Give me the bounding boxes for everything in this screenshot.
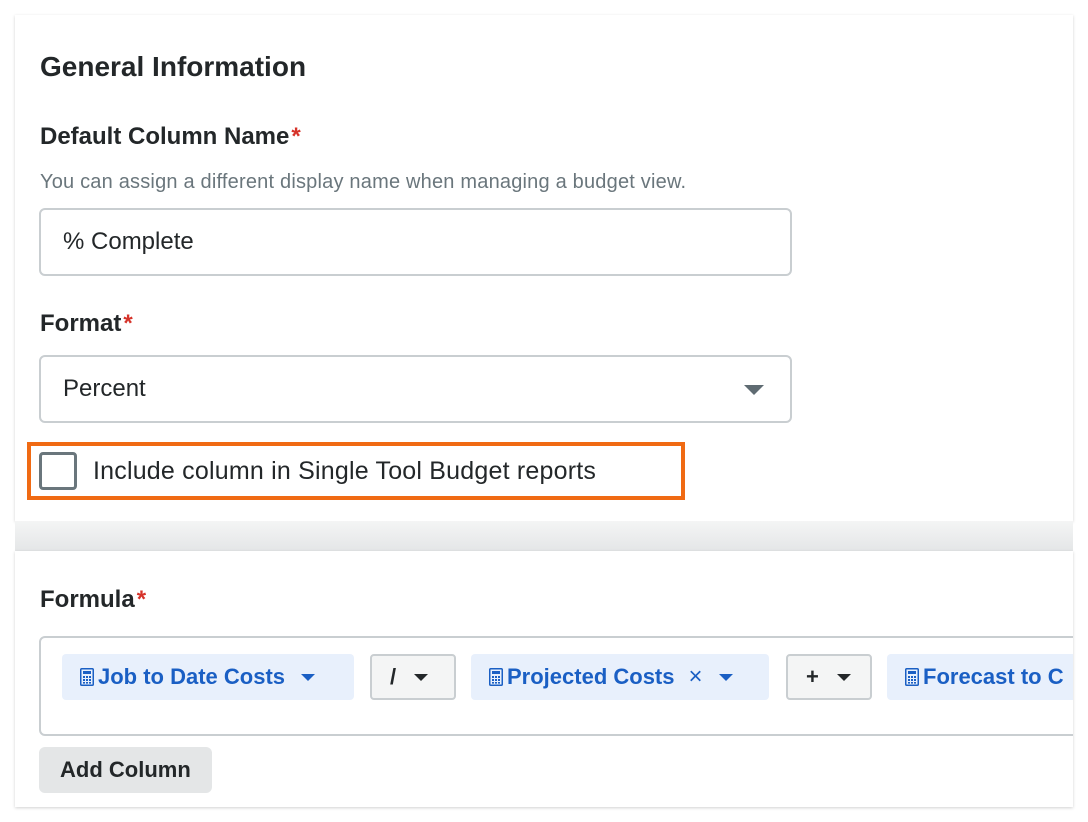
formula-operator-divide[interactable]: / (370, 654, 456, 700)
formula-operator-plus[interactable]: + (786, 654, 872, 700)
formula-label-text: Formula (40, 586, 135, 613)
section-divider (15, 521, 1073, 551)
formula-builder[interactable]: Job to Date Costs / Projected Costs × + (39, 636, 1073, 736)
formula-token-forecast[interactable]: Forecast to C (887, 654, 1073, 700)
format-selected-value: Percent (63, 375, 146, 402)
add-column-button[interactable]: Add Column (39, 747, 212, 793)
formula-token-label: Projected Costs (507, 664, 675, 689)
column-name-label: Default Column Name* (40, 123, 301, 151)
formula-token-projected-costs[interactable]: Projected Costs × (471, 654, 769, 700)
chevron-down-icon[interactable] (718, 673, 733, 681)
required-asterisk: * (123, 310, 133, 337)
section-title: General Information (40, 51, 307, 82)
format-label: Format* (40, 310, 133, 338)
operator-label: / (390, 664, 397, 689)
chevron-down-icon (744, 385, 764, 395)
chevron-down-icon (414, 673, 429, 681)
format-select[interactable]: Percent (39, 355, 792, 423)
include-in-reports-label: Include column in Single Tool Budget rep… (93, 456, 597, 485)
formula-token-label: Job to Date Costs (98, 664, 286, 689)
chevron-down-icon[interactable] (301, 673, 316, 681)
chevron-down-icon (836, 673, 851, 681)
column-name-label-text: Default Column Name (40, 123, 290, 150)
column-name-helper-text: You can assign a different display name … (40, 171, 687, 193)
operator-label: + (806, 664, 819, 689)
formula-panel: Formula* Job to Date Costs / Projected C… (15, 551, 1073, 807)
formula-token-job-to-date-costs[interactable]: Job to Date Costs (62, 654, 354, 700)
formula-token-label: Forecast to C (923, 664, 1064, 689)
required-asterisk: * (291, 123, 301, 150)
format-label-text: Format (40, 310, 122, 337)
general-information-panel: General Information Default Column Name*… (15, 15, 1073, 521)
calculator-icon (489, 668, 503, 686)
close-icon[interactable]: × (689, 663, 703, 691)
calculator-icon (905, 668, 919, 686)
column-name-input[interactable] (39, 208, 792, 276)
calculator-icon (80, 668, 94, 686)
required-asterisk: * (136, 586, 147, 613)
include-in-reports-checkbox-row[interactable]: Include column in Single Tool Budget rep… (39, 452, 596, 490)
formula-label: Formula* (40, 586, 146, 614)
include-in-reports-checkbox[interactable] (39, 452, 77, 490)
